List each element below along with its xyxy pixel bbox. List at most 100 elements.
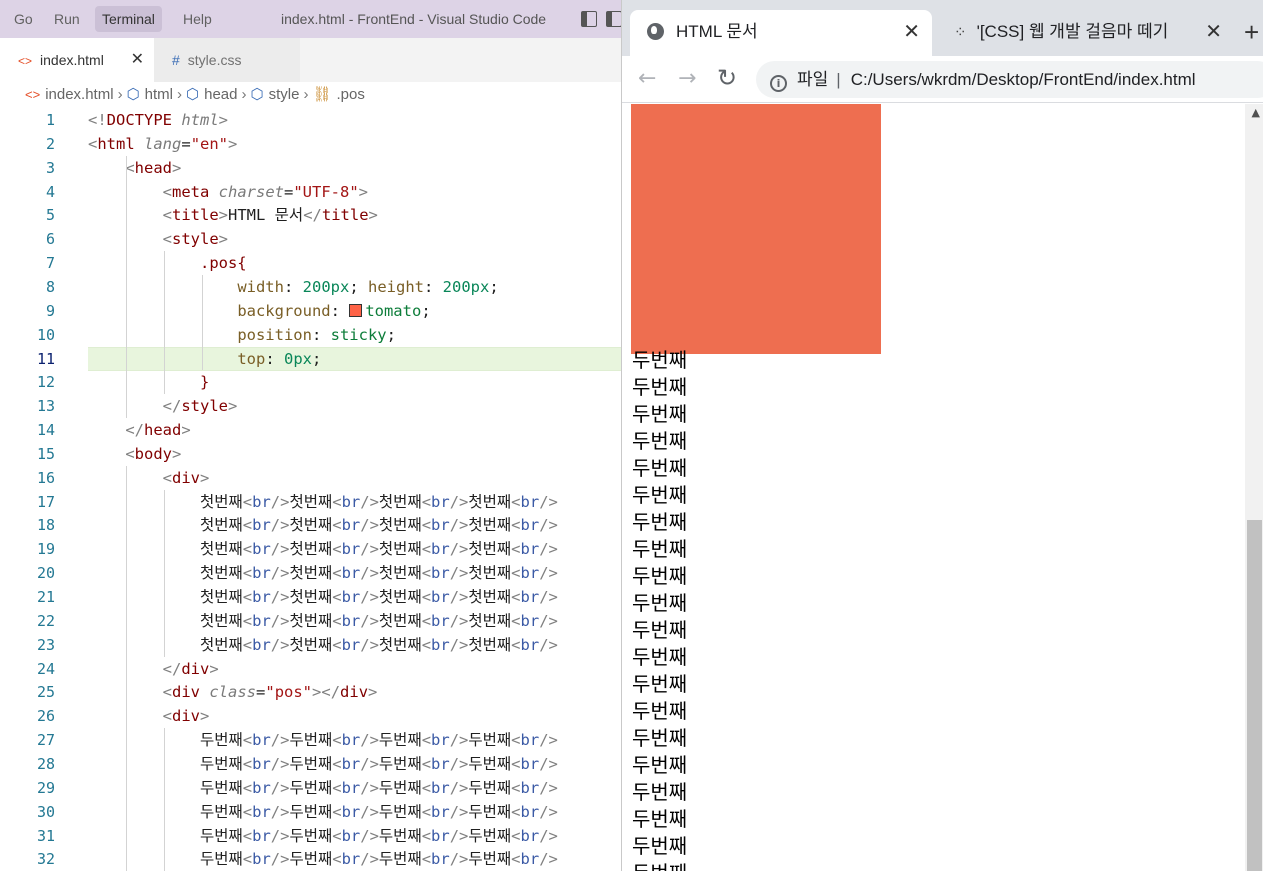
back-arrow-icon[interactable]: ←: [638, 56, 656, 103]
menu-run[interactable]: Run: [47, 6, 87, 32]
code-line[interactable]: 31 두번째<br/>두번째<br/>두번째<br/>두번째<br/>: [0, 824, 621, 848]
code-token: br: [431, 588, 450, 606]
info-icon[interactable]: i: [770, 75, 787, 92]
page-text-line: 두번째: [632, 402, 688, 426]
code-text: 첫번째<br/>첫번째<br/>첫번째<br/>첫번째<br/>: [88, 609, 558, 633]
code-token: 첫번째: [468, 540, 512, 559]
code-line[interactable]: 17 첫번째<br/>첫번째<br/>첫번째<br/>첫번째<br/>: [0, 490, 621, 514]
menu-go[interactable]: Go: [7, 6, 40, 32]
code-line[interactable]: 1 <!DOCTYPE html>: [0, 108, 621, 132]
toggle-sidebar-icon[interactable]: [581, 11, 597, 27]
line-number: 6: [45, 230, 55, 249]
code-line[interactable]: 5 <title>HTML 문서</title>: [0, 203, 621, 227]
line-number: 7: [45, 254, 55, 273]
color-swatch-icon[interactable]: [349, 303, 363, 317]
code-token: 두번째: [378, 754, 422, 773]
code-token: <: [421, 611, 432, 630]
code-line[interactable]: 15 <body>: [0, 442, 621, 466]
scrollbar-thumb[interactable]: [1247, 520, 1262, 871]
breadcrumb-item[interactable]: index.html: [45, 82, 113, 108]
code-line[interactable]: 7 .pos{: [0, 251, 621, 275]
code-line[interactable]: 21 첫번째<br/>첫번째<br/>첫번째<br/>첫번째<br/>: [0, 585, 621, 609]
close-tab-icon[interactable]: ✕: [131, 38, 144, 82]
code-line[interactable]: 25 <div class="pos"></div>: [0, 680, 621, 704]
code-line[interactable]: 24 </div>: [0, 657, 621, 681]
code-token: 첫번째: [468, 564, 512, 583]
code-line[interactable]: 13 </style>: [0, 394, 621, 418]
code-token: />: [449, 516, 469, 535]
scroll-up-arrow-icon[interactable]: ▲: [1252, 106, 1260, 119]
toggle-panel-icon[interactable]: [606, 11, 621, 27]
code-line[interactable]: 29 두번째<br/>두번째<br/>두번째<br/>두번째<br/>: [0, 776, 621, 800]
code-token: ></: [312, 683, 341, 702]
code-line[interactable]: 23 첫번째<br/>첫번째<br/>첫번째<br/>첫번째<br/>: [0, 633, 621, 657]
new-tab-button[interactable]: +: [1244, 14, 1259, 50]
code-token: />: [539, 731, 558, 750]
code-line[interactable]: 28 두번째<br/>두번째<br/>두번째<br/>두번째<br/>: [0, 752, 621, 776]
breadcrumb-item[interactable]: head: [204, 82, 237, 108]
code-line[interactable]: 18 첫번째<br/>첫번째<br/>첫번째<br/>첫번째<br/>: [0, 513, 621, 537]
code-token: br: [341, 611, 361, 630]
breadcrumb-item[interactable]: html: [145, 82, 173, 108]
code-token: 첫번째: [378, 564, 422, 583]
code-token: <: [332, 778, 342, 797]
code-line[interactable]: 22 첫번째<br/>첫번째<br/>첫번째<br/>첫번째<br/>: [0, 609, 621, 633]
forward-arrow-icon[interactable]: →: [678, 56, 696, 103]
code-line[interactable]: 3 <head>: [0, 156, 621, 180]
code-line[interactable]: 20 첫번째<br/>첫번째<br/>첫번째<br/>첫번째<br/>: [0, 561, 621, 585]
line-number: 31: [36, 826, 55, 845]
code-token: </: [162, 397, 182, 416]
code-line[interactable]: 27 두번째<br/>두번째<br/>두번째<br/>두번째<br/>: [0, 728, 621, 752]
tab-index-html[interactable]: <> index.html ✕: [0, 38, 154, 82]
code-token: />: [270, 564, 290, 583]
code-line[interactable]: 32 두번째<br/>두번째<br/>두번째<br/>두번째<br/>: [0, 847, 621, 871]
code-token: "pos": [265, 683, 313, 702]
code-line[interactable]: 26 <div>: [0, 704, 621, 728]
address-url[interactable]: C:/Users/wkrdm/Desktop/FrontEnd/index.ht…: [851, 70, 1196, 89]
code-token: 두번째: [289, 754, 333, 773]
browser-tab[interactable]: ⁘ '[CSS] 웹 개발 걸음마 떼기 ✕: [940, 10, 1234, 56]
code-line[interactable]: 6 <style>: [0, 227, 621, 251]
code-line[interactable]: 14 </head>: [0, 418, 621, 442]
menu-help[interactable]: Help: [176, 6, 219, 32]
breadcrumb-item[interactable]: style: [269, 82, 300, 108]
code-token: <: [242, 850, 253, 869]
code-line[interactable]: 10 position: sticky;: [0, 323, 621, 347]
code-editor[interactable]: 1 <!DOCTYPE html> 2 <html lang="en"> 3 <head…: [0, 108, 621, 871]
code-line[interactable]: 9 background: tomato;: [0, 299, 621, 323]
close-tab-icon[interactable]: ✕: [1199, 10, 1222, 54]
code-line[interactable]: 11 top: 0px;: [0, 346, 621, 371]
code-line[interactable]: 2 <html lang="en">: [0, 132, 621, 156]
code-line[interactable]: 30 두번째<br/>두번째<br/>두번째<br/>두번째<br/>: [0, 800, 621, 824]
address-scheme: 파일: [797, 70, 829, 89]
code-token: >: [218, 230, 229, 249]
close-tab-icon[interactable]: ✕: [903, 10, 920, 54]
code-token: br: [431, 516, 450, 535]
code-line[interactable]: 19 첫번째<br/>첫번째<br/>첫번째<br/>첫번째<br/>: [0, 537, 621, 561]
page-text-line: 두번째: [632, 537, 688, 561]
code-token: />: [360, 731, 379, 750]
code-line[interactable]: 16 <div>: [0, 466, 621, 490]
code-token: br: [252, 778, 271, 797]
code-line[interactable]: 8 width: 200px; height: 200px;: [0, 275, 621, 299]
address-separator: |: [836, 70, 841, 89]
code-token: 첫번째: [289, 492, 333, 511]
tab-style-css[interactable]: # style.css: [154, 38, 300, 82]
vertical-scrollbar[interactable]: ▲: [1245, 104, 1263, 871]
code-text: 첫번째<br/>첫번째<br/>첫번째<br/>첫번째<br/>: [88, 561, 558, 585]
code-token: 첫번째: [468, 516, 512, 535]
breadcrumb-item[interactable]: .pos: [337, 82, 365, 108]
code-line[interactable]: 12 }: [0, 370, 621, 394]
menu-terminal[interactable]: Terminal: [95, 6, 162, 32]
page-viewport[interactable]: 두번째 두번째 두번째 두번째 두번째 두번째 두번째 두번째 두번째 두번째 두번째 두번째 두번째 두…: [622, 104, 1263, 871]
address-bar[interactable]: i 파일 | C:/Users/wkrdm/Desktop/FrontEnd/inde…: [756, 61, 1263, 98]
reload-icon[interactable]: ↻: [717, 56, 737, 103]
code-token: head: [134, 158, 172, 177]
code-token: <: [242, 826, 253, 845]
browser-tab-active[interactable]: HTML 문서 ✕: [630, 10, 932, 56]
code-line[interactable]: 4 <meta charset="UTF-8">: [0, 180, 621, 204]
code-token: <: [421, 778, 432, 797]
